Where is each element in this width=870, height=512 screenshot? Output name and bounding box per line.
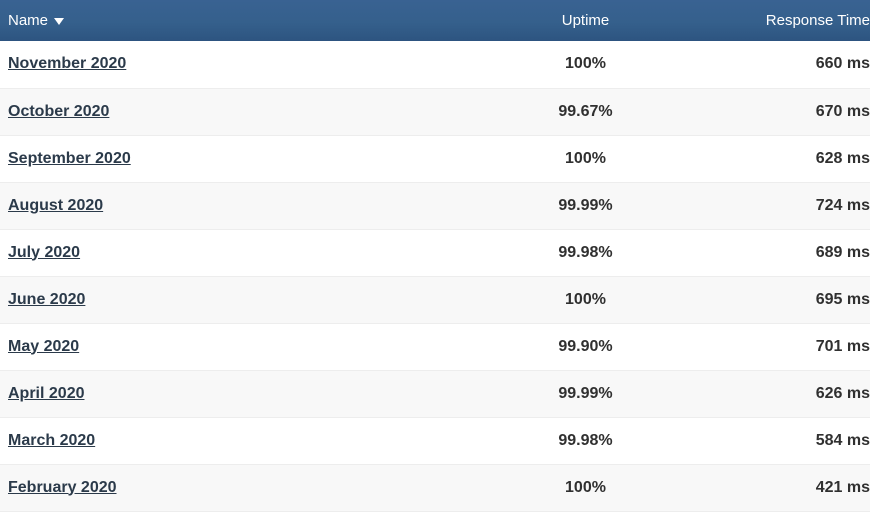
- table-row: October 2020 99.67% 670 ms: [0, 88, 870, 135]
- cell-response-time: 695 ms: [815, 290, 870, 308]
- caret-down-icon: [54, 18, 65, 25]
- table-row: February 2020 100% 421 ms: [0, 464, 870, 511]
- cell-response-time: 628 ms: [815, 149, 870, 167]
- cell-uptime: 99.99%: [558, 196, 613, 214]
- cell-response-time: 670 ms: [815, 102, 870, 120]
- table-row: April 2020 99.99% 626 ms: [0, 370, 870, 417]
- cell-name: March 2020: [0, 417, 498, 464]
- column-header-uptime[interactable]: Uptime: [498, 0, 673, 41]
- table-row: September 2020 100% 628 ms: [0, 135, 870, 182]
- cell-response-time: 701 ms: [815, 337, 870, 355]
- cell-uptime: 100%: [565, 290, 606, 308]
- cell-name: September 2020: [0, 135, 498, 182]
- cell-uptime: 99.98%: [558, 431, 613, 449]
- month-link[interactable]: May 2020: [8, 338, 79, 355]
- table-row: May 2020 99.90% 701 ms: [0, 323, 870, 370]
- cell-name: October 2020: [0, 88, 498, 135]
- table-row: August 2020 99.99% 724 ms: [0, 182, 870, 229]
- column-header-name-label: Name: [8, 12, 49, 29]
- cell-uptime: 99.90%: [558, 337, 613, 355]
- cell-uptime: 99.98%: [558, 243, 613, 261]
- uptime-history-table: Name Uptime Response Time November 2020 1…: [0, 0, 870, 512]
- column-header-response-time[interactable]: Response Time: [673, 0, 870, 41]
- cell-response-time: 724 ms: [815, 196, 870, 214]
- month-link[interactable]: October 2020: [8, 103, 109, 120]
- column-header-name-inner[interactable]: Name: [8, 12, 65, 29]
- month-link[interactable]: June 2020: [8, 291, 85, 308]
- cell-name: February 2020: [0, 464, 498, 511]
- cell-name: June 2020: [0, 276, 498, 323]
- month-link[interactable]: September 2020: [8, 150, 131, 167]
- month-link[interactable]: March 2020: [8, 432, 95, 449]
- column-header-uptime-label: Uptime: [561, 12, 610, 29]
- cell-uptime: 100%: [565, 478, 606, 496]
- month-link[interactable]: April 2020: [8, 385, 84, 402]
- month-link[interactable]: July 2020: [8, 244, 80, 261]
- month-link[interactable]: August 2020: [8, 197, 103, 214]
- cell-response-time: 660 ms: [815, 55, 870, 73]
- cell-response-time: 626 ms: [815, 384, 870, 402]
- table-row: March 2020 99.98% 584 ms: [0, 417, 870, 464]
- cell-uptime: 100%: [565, 55, 606, 73]
- column-header-name[interactable]: Name: [0, 0, 498, 41]
- cell-name: May 2020: [0, 323, 498, 370]
- cell-name: July 2020: [0, 229, 498, 276]
- cell-name: November 2020: [0, 41, 498, 88]
- column-header-response-time-label: Response Time: [765, 12, 870, 29]
- table-header: Name Uptime Response Time: [0, 0, 870, 41]
- cell-response-time: 584 ms: [815, 431, 870, 449]
- table-row: June 2020 100% 695 ms: [0, 276, 870, 323]
- cell-uptime: 99.99%: [558, 384, 613, 402]
- cell-uptime: 99.67%: [558, 102, 613, 120]
- table-row: November 2020 100% 660 ms: [0, 41, 870, 88]
- table-body: November 2020 100% 660 ms October 2020 99.67…: [0, 41, 870, 511]
- table-row: July 2020 99.98% 689 ms: [0, 229, 870, 276]
- cell-name: April 2020: [0, 370, 498, 417]
- cell-name: August 2020: [0, 182, 498, 229]
- month-link[interactable]: November 2020: [8, 55, 126, 72]
- month-link[interactable]: February 2020: [8, 479, 117, 496]
- cell-response-time: 421 ms: [815, 478, 870, 496]
- cell-response-time: 689 ms: [815, 243, 870, 261]
- cell-uptime: 100%: [565, 149, 606, 167]
- table-header-row: Name Uptime Response Time: [0, 0, 870, 41]
